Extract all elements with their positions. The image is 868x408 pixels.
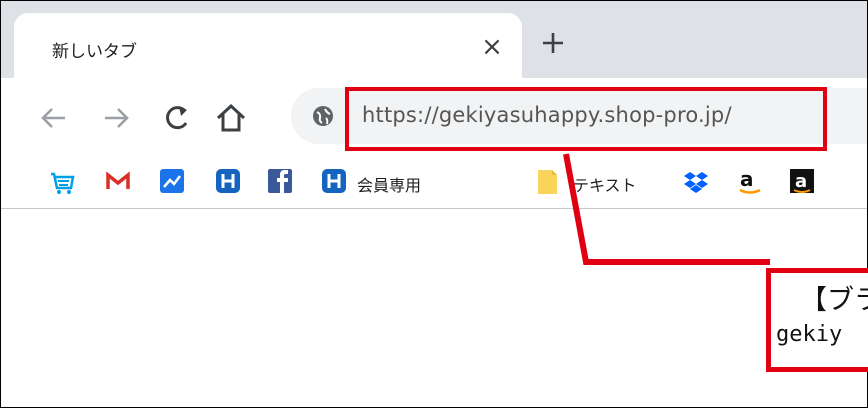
annotation-leader-line bbox=[563, 153, 770, 265]
callout-line-2: gekiy bbox=[776, 322, 843, 347]
callout-line-1: 【ブラ bbox=[800, 285, 868, 316]
